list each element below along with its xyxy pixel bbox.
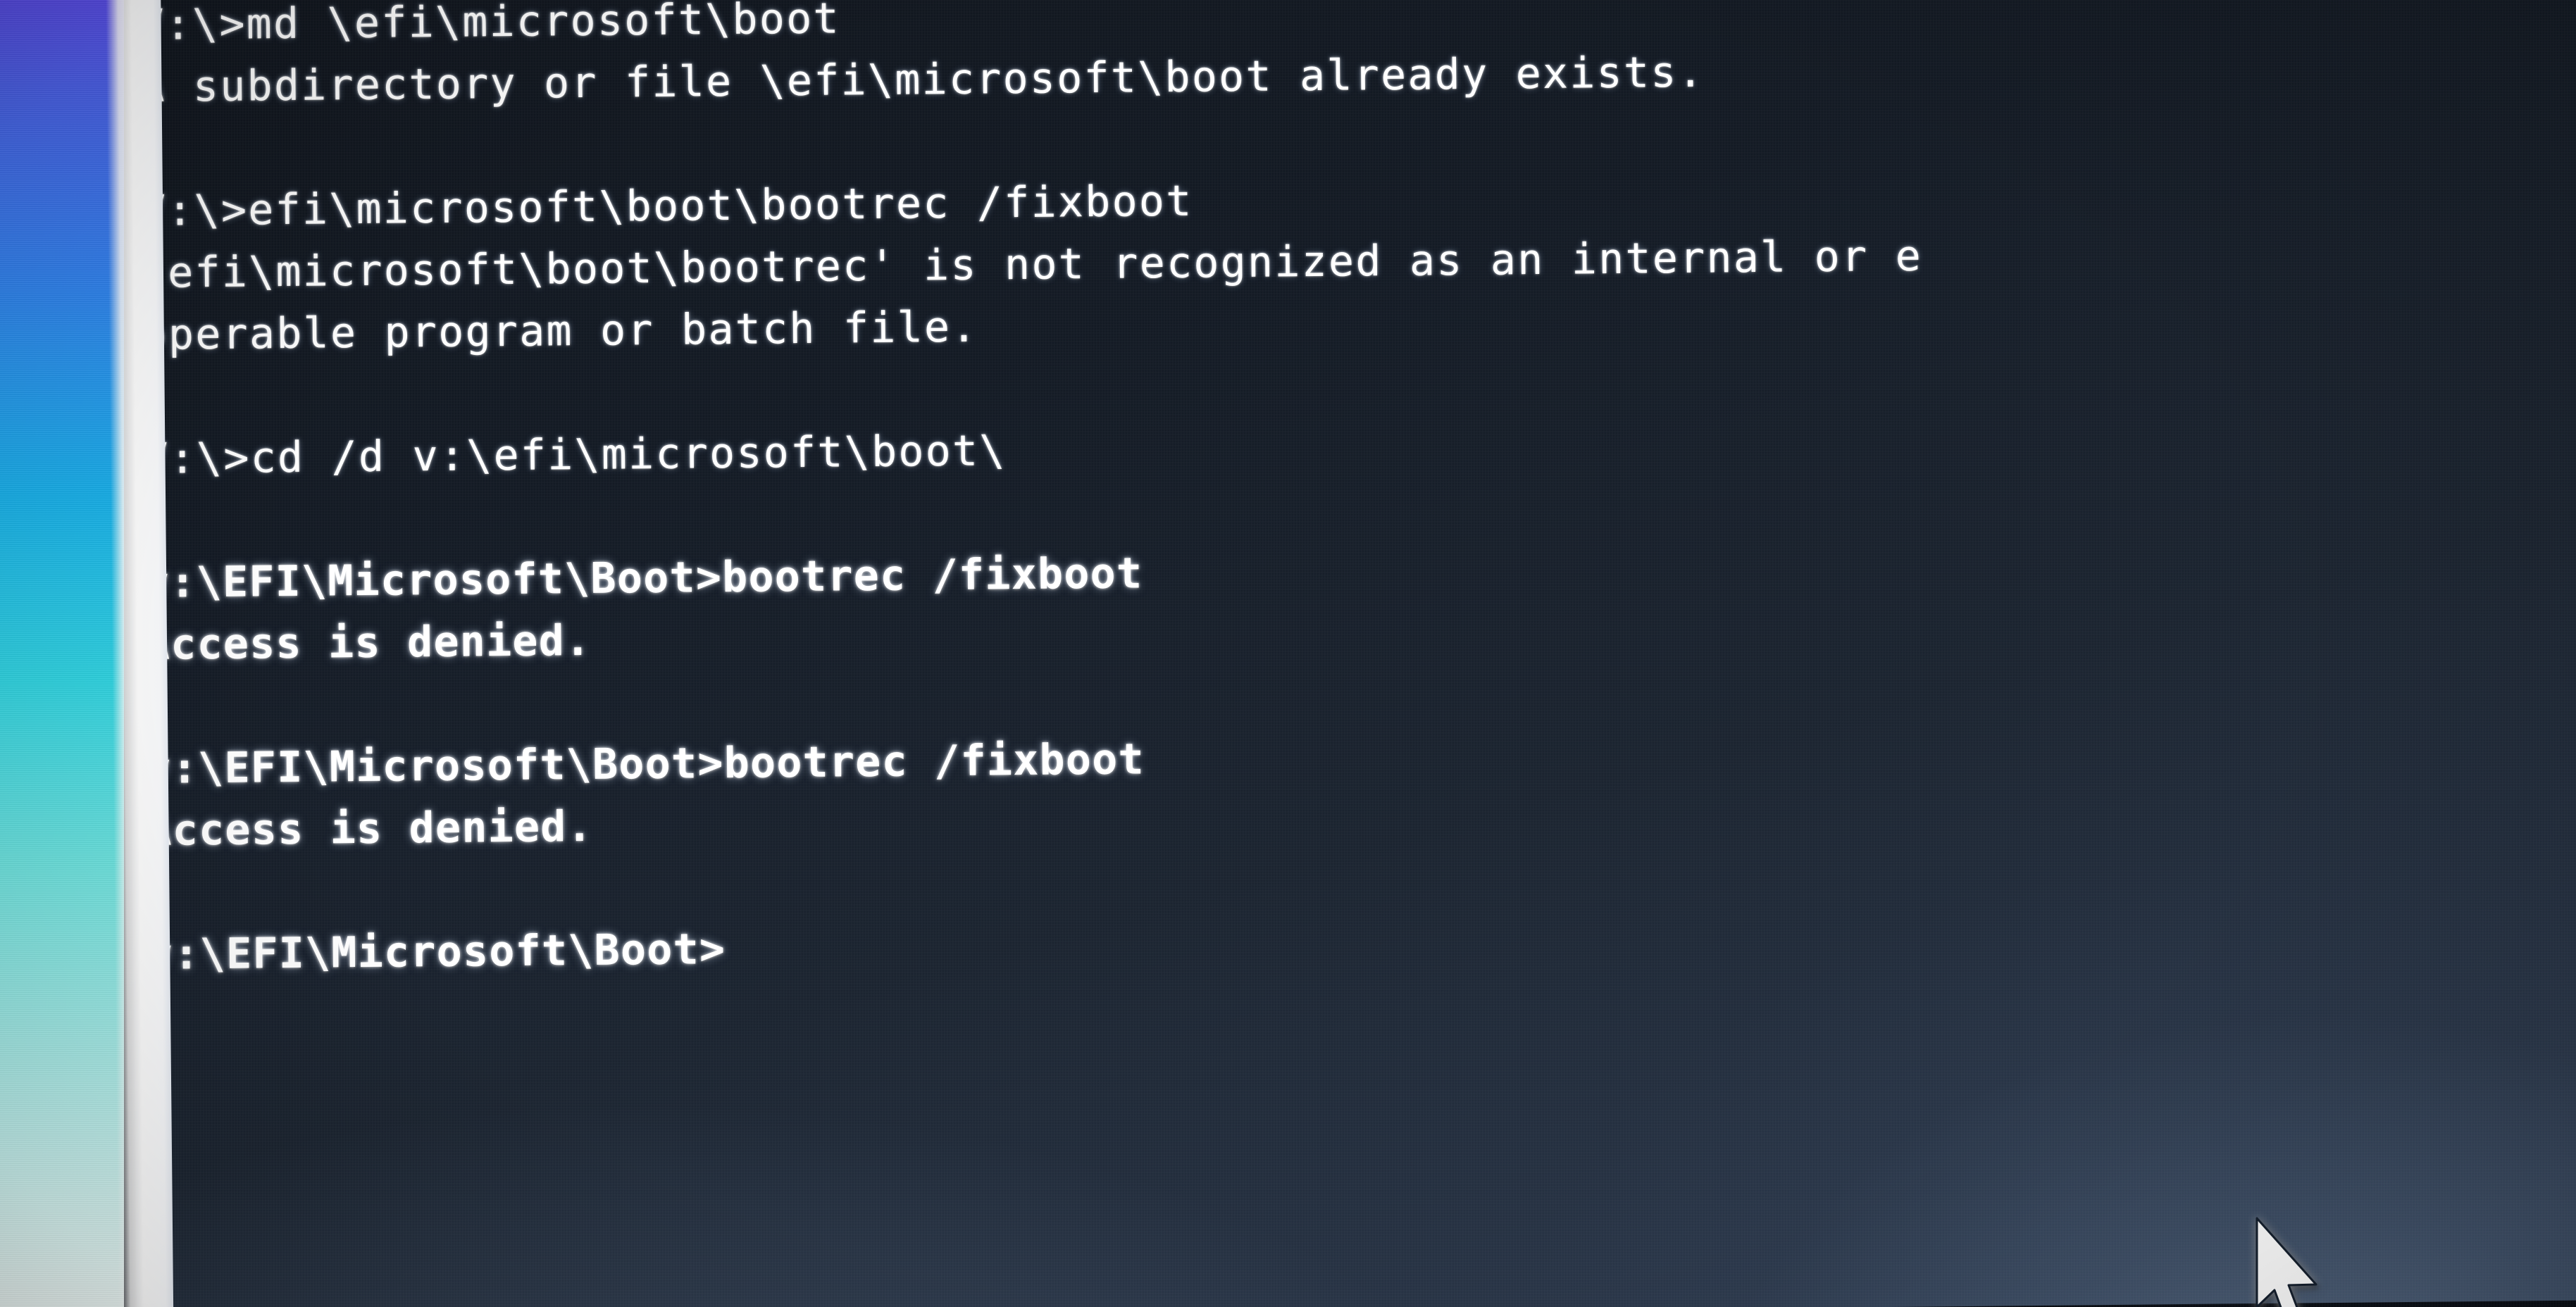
arrow-cursor-icon: [2251, 1217, 2329, 1307]
console-output-text[interactable]: V:\>md \efi\microsoft\boot A subdirectory…: [138, 0, 2576, 986]
command-prompt-window[interactable]: V:\>md \efi\microsoft\boot A subdirectory…: [0, 0, 2576, 1307]
screen-photo: V:\>md \efi\microsoft\boot A subdirectory…: [0, 0, 2576, 1307]
desktop-wallpaper-strip: [0, 0, 124, 1307]
